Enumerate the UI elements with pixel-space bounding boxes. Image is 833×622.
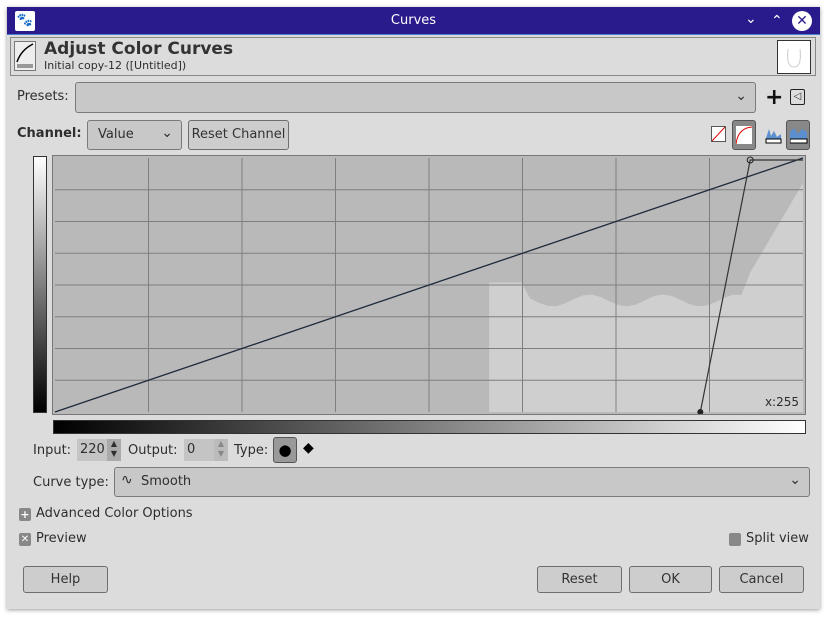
reset-button[interactable]: Reset <box>537 566 622 593</box>
curve-graph[interactable]: x:255 <box>52 155 806 415</box>
input-value: 220 <box>80 442 105 457</box>
split-view-label: Split view <box>746 531 809 546</box>
output-spinbox[interactable]: 0 ▲ ▼ <box>184 439 228 461</box>
title-bar: 🐾 Curves ⌄ ⌃ ✕ <box>7 7 820 35</box>
histogram <box>489 182 803 412</box>
split-view-checkbox[interactable] <box>729 533 741 546</box>
output-value: 0 <box>187 442 196 457</box>
output-label: Output: <box>128 443 178 458</box>
spin-arrows-icon[interactable]: ▲ ▼ <box>214 439 228 461</box>
preview-label: Preview <box>36 531 87 546</box>
input-gradient-bar <box>53 420 806 434</box>
help-button[interactable]: Help <box>23 566 108 593</box>
smooth-curve-icon: ∿ <box>121 472 133 488</box>
reset-channel-button[interactable]: Reset Channel <box>188 120 289 150</box>
presets-combo[interactable]: ⌄ <box>75 82 756 113</box>
curve-type-combo[interactable]: ∿ Smooth ⌄ <box>114 467 810 497</box>
chevron-down-icon: ⌄ <box>735 88 747 104</box>
chevron-down-icon: ⌄ <box>789 472 801 488</box>
cancel-button[interactable]: Cancel <box>719 566 804 593</box>
output-gradient-bar <box>33 156 47 413</box>
minimize-button[interactable]: ⌄ <box>745 11 757 27</box>
add-preset-icon[interactable]: + <box>765 85 783 110</box>
expand-icon[interactable]: + <box>19 508 31 521</box>
input-spinbox[interactable]: 220 ▲ ▼ <box>77 439 121 461</box>
advanced-color-options-expander[interactable]: Advanced Color Options <box>36 506 193 521</box>
dialog-subtitle: Initial copy-12 ([Untitled]) <box>44 59 187 72</box>
curves-icon <box>14 41 36 71</box>
presets-label: Presets: <box>17 89 69 104</box>
linear-graph-icon[interactable] <box>765 126 783 148</box>
channel-value: Value <box>98 127 134 142</box>
input-label: Input: <box>33 443 72 458</box>
curve-type-value: Smooth <box>141 474 192 489</box>
curve-type-label: Curve type: <box>33 475 109 490</box>
graph-coordinate-readout: x:255 <box>764 395 799 409</box>
close-button[interactable]: ✕ <box>792 11 812 31</box>
maximize-button[interactable]: ⌃ <box>771 13 783 29</box>
dialog-header: Adjust Color Curves Initial copy-12 ([Un… <box>10 37 816 76</box>
preset-menu-icon[interactable]: ◁ <box>790 89 805 105</box>
corner-point-type-button[interactable]: ◆ <box>303 440 314 456</box>
log-graph-icon[interactable] <box>786 120 810 150</box>
log-histogram-icon[interactable] <box>732 120 756 150</box>
type-label: Type: <box>234 443 269 458</box>
smooth-point-type-button[interactable]: ● <box>273 437 297 463</box>
dialog-title: Adjust Color Curves <box>44 39 234 59</box>
preview-checkbox[interactable]: ✕ <box>19 533 31 546</box>
channel-label: Channel: <box>17 126 82 141</box>
curves-dialog: 🐾 Curves ⌄ ⌃ ✕ Adjust Color Curves Initi… <box>7 7 820 609</box>
channel-combo[interactable]: Value ⌄ <box>87 120 182 150</box>
spin-arrows-icon[interactable]: ▲ ▼ <box>107 439 121 461</box>
image-preview-thumbnail <box>777 40 811 74</box>
window-title: Curves <box>390 13 437 28</box>
chevron-down-icon: ⌄ <box>161 125 173 141</box>
linear-histogram-icon[interactable] <box>711 126 726 142</box>
ok-button[interactable]: OK <box>629 566 712 593</box>
